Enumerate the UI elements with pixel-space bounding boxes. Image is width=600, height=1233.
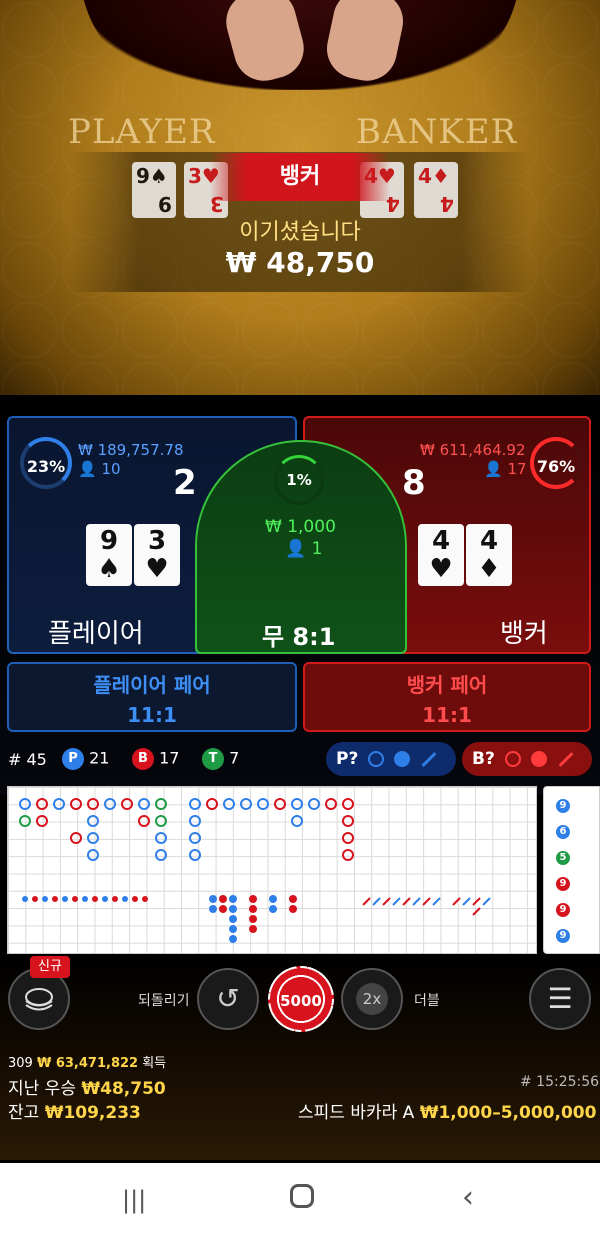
- ring-icon: [368, 751, 385, 767]
- new-badge: 신규: [30, 956, 70, 978]
- tie-percent: 1%: [286, 471, 312, 489]
- game-time: # 15:25:56: [520, 1074, 600, 1090]
- banker-card-2: 4 ♦: [466, 524, 512, 586]
- slash-icon: [421, 751, 437, 767]
- tie-stat: T 7: [202, 748, 239, 770]
- bead-player: 6: [556, 825, 570, 839]
- player-predict-button[interactable]: P?: [326, 742, 456, 776]
- big-road-scoreboard[interactable]: [7, 786, 537, 954]
- undo-label: 되돌리기: [138, 993, 190, 1009]
- banker-predict-button[interactable]: B?: [462, 742, 592, 776]
- hamburger-icon: ☰: [547, 982, 573, 1015]
- person-icon: 👤: [78, 460, 97, 478]
- bead-player: 9: [556, 799, 570, 813]
- bead-road-scoreboard[interactable]: 9 6 5 9 9 9: [543, 786, 600, 954]
- table-info: 스피드 바카라 A ₩1,000–5,000,000: [298, 1103, 597, 1123]
- balance: 잔고 ₩109,233: [8, 1103, 141, 1123]
- round-number: # 45: [8, 750, 47, 769]
- undo-icon: ↺: [216, 982, 240, 1015]
- recent-apps-icon[interactable]: |||: [122, 1186, 146, 1214]
- player-pair-bet[interactable]: 플레이어 페어 11:1: [7, 662, 297, 732]
- player-card-2: 3 ♥: [134, 524, 180, 586]
- chip-selector-5000[interactable]: 5000: [268, 966, 334, 1032]
- dot-icon: [394, 751, 411, 767]
- double-icon: 2x: [356, 983, 388, 1015]
- player-score: 2: [173, 463, 197, 503]
- player-pair-odds: 11:1: [127, 703, 177, 727]
- banker-pair-odds: 11:1: [422, 703, 472, 727]
- result-player-card-1: 9♠ 9: [132, 162, 176, 218]
- bead-banker: 9: [556, 877, 570, 891]
- bead-banker: 9: [556, 903, 570, 917]
- result-winner-tag: 뱅커: [210, 153, 390, 201]
- double-label: 더블: [414, 993, 440, 1009]
- banker-card-1: 4 ♥: [418, 524, 464, 586]
- win-amount: ₩ 48,750: [225, 246, 375, 279]
- player-percent: 23%: [26, 457, 66, 476]
- chip-stack-icon: [25, 988, 53, 1011]
- winners-summary: 309 ₩ 63,471,822 획득: [8, 1056, 167, 1071]
- player-label: 플레이어: [48, 619, 144, 649]
- player-wins-stat: P 21: [62, 748, 109, 770]
- player-card-1: 9 ♠: [86, 524, 132, 586]
- road-marks: [19, 798, 491, 943]
- banker-score: 8: [402, 463, 426, 503]
- result-banker-card-2: 4♦ 4: [414, 162, 458, 218]
- back-icon[interactable]: ‹: [462, 1180, 474, 1215]
- player-percent-ring: 23%: [20, 437, 72, 489]
- last-win: 지난 우승 ₩48,750: [8, 1079, 166, 1099]
- banker-percent-ring: 76%: [530, 437, 582, 489]
- tie-percent-ring: 1%: [274, 455, 324, 505]
- banker-total-bet: ₩ 611,464.92: [420, 441, 526, 459]
- felt-banker-label: BANKER: [356, 112, 518, 152]
- banker-bettors: 👤 17: [484, 460, 527, 478]
- tie-total-bet: ₩ 1,000: [265, 517, 336, 537]
- tie-label: 무 8:1: [262, 623, 336, 651]
- person-icon: 👤: [285, 539, 307, 559]
- banker-pair-label: 뱅커 페어: [406, 673, 488, 697]
- slash-icon: [558, 751, 574, 767]
- felt-player-label: PLAYER: [68, 112, 216, 152]
- undo-button[interactable]: ↺: [197, 968, 259, 1030]
- player-total-bet: ₩ 189,757.78: [78, 441, 184, 459]
- dot-icon: [530, 751, 547, 767]
- menu-button[interactable]: ☰: [529, 968, 591, 1030]
- tie-bettors: 👤 1: [285, 539, 323, 559]
- banker-percent: 76%: [536, 457, 576, 476]
- game-screen: PLAYER BANKER 9♠9 3♥3 4♥4 4♦4 뱅커 이기셨습니다 …: [0, 0, 600, 1233]
- person-icon: 👤: [484, 460, 503, 478]
- win-message: 이기셨습니다: [239, 220, 361, 245]
- player-bettors: 👤 10: [78, 460, 121, 478]
- ring-icon: [504, 751, 521, 767]
- banker-label: 뱅커: [500, 619, 548, 649]
- double-button[interactable]: 2x: [341, 968, 403, 1030]
- banker-pair-bet[interactable]: 뱅커 페어 11:1: [303, 662, 591, 732]
- player-pair-label: 플레이어 페어: [93, 673, 211, 697]
- home-icon[interactable]: [290, 1184, 314, 1208]
- bead-player: 9: [556, 929, 570, 943]
- banker-wins-stat: B 17: [132, 748, 179, 770]
- bead-tie: 5: [556, 851, 570, 865]
